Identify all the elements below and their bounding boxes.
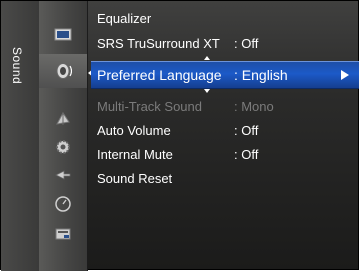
menu-item-value: : Off bbox=[234, 123, 259, 138]
menu-icon-column bbox=[39, 1, 88, 271]
menu-item-srs-trusurround-xt[interactable]: SRS TruSurround XT : Off bbox=[91, 34, 359, 54]
support-menu-button[interactable] bbox=[39, 217, 87, 251]
speaker-icon bbox=[56, 63, 72, 79]
menu-item-label: Internal Mute bbox=[97, 147, 173, 162]
menu-item-value: : English bbox=[234, 67, 288, 83]
application-menu-button[interactable] bbox=[39, 187, 87, 221]
scroll-down-arrow-icon bbox=[204, 89, 210, 93]
menu-item-equalizer[interactable]: Equalizer bbox=[91, 9, 359, 29]
menu-item-multi-track-sound: Multi-Track Sound : Mono bbox=[91, 97, 359, 117]
picture-menu-button[interactable] bbox=[39, 17, 87, 51]
chevron-right-icon bbox=[341, 70, 349, 80]
setup-icon bbox=[56, 140, 70, 154]
menu-item-value: : Off bbox=[234, 147, 259, 162]
scroll-up-arrow-icon bbox=[204, 56, 210, 60]
menu-item-internal-mute[interactable]: Internal Mute : Off bbox=[91, 145, 359, 165]
support-icon bbox=[55, 228, 71, 240]
menu-item-sound-reset[interactable]: Sound Reset bbox=[91, 169, 359, 189]
menu-item-value: : Off bbox=[234, 36, 259, 51]
menu-item-label: Auto Volume bbox=[97, 123, 171, 138]
menu-item-preferred-language[interactable]: Preferred Language : English bbox=[91, 61, 359, 89]
menu-item-value: : Mono bbox=[234, 99, 274, 114]
menu-item-label: Equalizer bbox=[97, 11, 152, 26]
menu-category-title: Sound bbox=[10, 47, 24, 85]
sound-menu-button[interactable] bbox=[39, 54, 87, 88]
menu-category-column: Sound bbox=[1, 1, 40, 271]
sound-menu-list: Equalizer SRS TruSurround XT : Off Prefe… bbox=[91, 1, 359, 271]
menu-item-label: Preferred Language bbox=[97, 67, 222, 83]
application-icon bbox=[55, 196, 71, 212]
picture-icon bbox=[54, 28, 72, 41]
menu-item-label: SRS TruSurround XT bbox=[97, 36, 220, 51]
menu-item-auto-volume[interactable]: Auto Volume : Off bbox=[91, 121, 359, 141]
menu-item-label: Multi-Track Sound bbox=[97, 99, 202, 114]
channel-icon bbox=[56, 112, 70, 125]
tv-menu-screen: Sound Equalizer SRS TruSurround XT: Off… bbox=[0, 0, 359, 271]
input-icon bbox=[55, 170, 71, 180]
menu-item-label: Sound Reset bbox=[97, 171, 173, 186]
